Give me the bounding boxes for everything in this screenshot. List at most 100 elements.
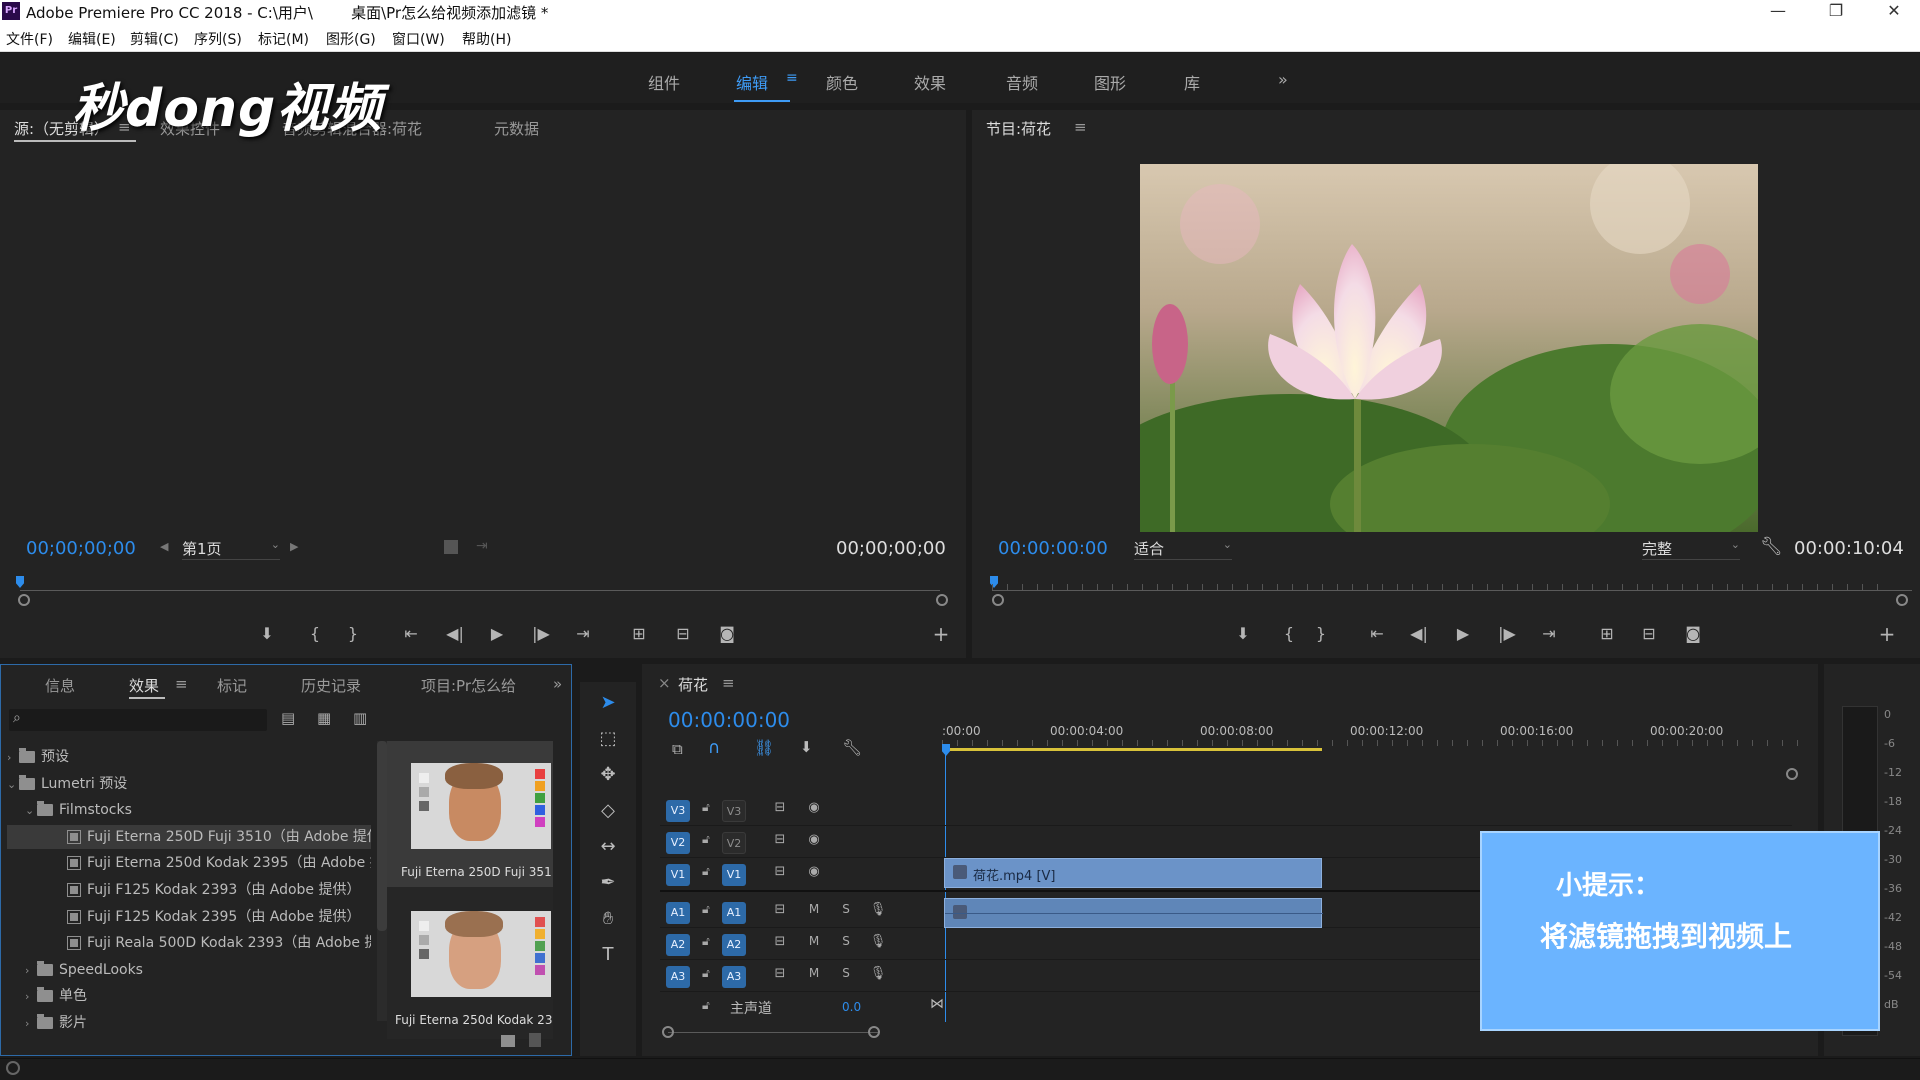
work-area-bar[interactable]	[942, 748, 1322, 751]
source-track-a1[interactable]: A1	[666, 902, 690, 924]
vertical-zoom-handle[interactable]	[1786, 768, 1798, 780]
razor-tool-icon[interactable]: ◇	[593, 800, 623, 821]
program-zoom-start-handle[interactable]	[992, 594, 1004, 606]
mark-in-button[interactable]: {	[1274, 624, 1304, 643]
lock-icon[interactable]: 🔓︎	[702, 864, 710, 879]
hand-tool-icon[interactable]: ✋︎	[593, 908, 623, 929]
workspace-tab-color[interactable]: 颜色	[826, 70, 858, 94]
step-back-button[interactable]: ◀|	[1404, 624, 1434, 643]
solo-button[interactable]: S	[836, 934, 856, 948]
effects-folder-item[interactable]: › 单色	[7, 984, 371, 1008]
settings-expand-icon[interactable]: ⇥	[476, 538, 488, 554]
program-scrub-bar[interactable]	[992, 590, 1912, 591]
new-bin-folder-icon[interactable]	[501, 1035, 515, 1047]
lock-icon[interactable]: 🔓︎	[702, 902, 710, 917]
add-marker-button[interactable]: ⬇	[252, 624, 282, 643]
mark-out-button[interactable]: }	[338, 624, 368, 643]
close-button[interactable]: ✕	[1872, 0, 1916, 22]
page-selector-dropdown[interactable]: 第1页 ⌄	[182, 538, 280, 560]
mark-out-button[interactable]: }	[1306, 624, 1336, 643]
effects-folder-item[interactable]: › 影片	[7, 1011, 371, 1035]
next-page-icon[interactable]: ▶	[290, 540, 298, 553]
add-button-icon[interactable]: +	[1872, 622, 1902, 646]
tab-markers[interactable]: 标记	[217, 675, 247, 696]
source-track-v3[interactable]: V3	[666, 800, 690, 822]
minimize-button[interactable]: —	[1756, 0, 1800, 22]
tab-project[interactable]: 项目:Pr怎么给	[421, 675, 516, 696]
target-track-v3[interactable]: V3	[722, 800, 746, 822]
workspace-overflow-icon[interactable]: »	[1278, 70, 1288, 89]
playback-resolution-dropdown[interactable]: 完整 ⌄	[1642, 538, 1740, 560]
mute-button[interactable]: M	[804, 966, 824, 980]
target-track-v2[interactable]: V2	[722, 832, 746, 854]
effects-folder-item[interactable]: ⌄ Lumetri 预设	[7, 772, 371, 796]
tab-metadata[interactable]: 元数据	[494, 118, 539, 139]
prev-page-icon[interactable]: ◀	[160, 540, 168, 553]
program-tab-menu-icon[interactable]: ≡	[1074, 118, 1087, 136]
effects-tab-menu-icon[interactable]: ≡	[175, 675, 188, 693]
go-to-out-button[interactable]: ⇥	[568, 624, 598, 643]
linked-selection-icon[interactable]: ⛓︎	[754, 738, 774, 757]
effects-preset-item[interactable]: Fuji Reala 500D Kodak 2393（由 Adobe 提供	[7, 931, 371, 955]
program-playhead-timecode[interactable]: 00:00:00:00	[998, 538, 1108, 559]
workspace-tab-graphics[interactable]: 图形	[1094, 70, 1126, 94]
master-volume-value[interactable]: 0.0	[842, 1000, 861, 1014]
target-track-a1[interactable]: A1	[722, 902, 746, 924]
wrench-icon[interactable]: 🔧︎	[1760, 536, 1783, 557]
step-back-button[interactable]: ◀|	[440, 624, 470, 643]
workspace-tab-editing[interactable]: 编辑	[736, 70, 768, 94]
timeline-playhead-head[interactable]	[942, 744, 950, 756]
source-scrub-bar[interactable]	[20, 590, 940, 591]
source-zoom-start-handle[interactable]	[18, 594, 30, 606]
effects-folder-item[interactable]: › 预设	[7, 745, 371, 769]
close-sequence-icon[interactable]: ×	[658, 674, 671, 692]
sequence-tab-menu-icon[interactable]: ≡	[722, 674, 735, 692]
microphone-icon[interactable]: 🎙︎	[868, 934, 888, 949]
eye-icon[interactable]: ◉	[804, 800, 824, 815]
preview-thumbnail[interactable]	[411, 911, 551, 997]
add-marker-icon[interactable]: ⬇	[800, 738, 813, 756]
go-to-end-icon[interactable]: ⋈	[930, 996, 944, 1012]
lock-icon[interactable]: 🔓︎	[702, 998, 710, 1013]
mute-button[interactable]: M	[804, 902, 824, 916]
effects-preset-item[interactable]: Fuji Eterna 250D Fuji 3510（由 Adobe 提供	[7, 824, 371, 849]
sync-lock-icon[interactable]: ⊟	[770, 832, 790, 847]
source-zoom-end-handle[interactable]	[936, 594, 948, 606]
target-track-a2[interactable]: A2	[722, 934, 746, 956]
sync-lock-icon[interactable]: ⊟	[770, 966, 790, 981]
selection-tool-icon[interactable]: ➤	[593, 692, 623, 713]
step-forward-button[interactable]: |▶	[1492, 624, 1522, 643]
menu-marker[interactable]: 标记(M)	[258, 29, 309, 49]
export-frame-icon[interactable]: ◙	[712, 624, 742, 643]
timeline-zoom-end-handle[interactable]	[868, 1026, 880, 1038]
timeline-zoom-start-handle[interactable]	[662, 1026, 674, 1038]
program-zoom-end-handle[interactable]	[1896, 594, 1908, 606]
ripple-edit-tool-icon[interactable]: ✥	[593, 764, 623, 785]
audio-clip[interactable]	[944, 898, 1323, 928]
source-track-v1[interactable]: V1	[666, 864, 690, 886]
lock-icon[interactable]: 🔓︎	[702, 800, 710, 815]
timeline-timecode[interactable]: 00:00:00:00	[668, 708, 790, 732]
menu-help[interactable]: 帮助(H)	[462, 29, 511, 49]
nest-toggle-icon[interactable]: ⧉	[672, 740, 683, 758]
chevron-right-icon[interactable]: ›	[25, 985, 37, 1008]
chevron-right-icon[interactable]: ›	[25, 959, 37, 982]
snap-magnet-icon[interactable]: ∩	[708, 738, 720, 758]
mute-button[interactable]: M	[804, 934, 824, 948]
effects-preset-item[interactable]: Fuji Eterna 250d Kodak 2395（由 Adobe 提供	[7, 851, 371, 875]
source-playhead[interactable]	[16, 576, 24, 588]
workspace-tab-audio[interactable]: 音频	[1006, 70, 1038, 94]
fit-zoom-dropdown[interactable]: 适合 ⌄	[1134, 538, 1232, 560]
eye-icon[interactable]: ◉	[804, 864, 824, 879]
sync-lock-icon[interactable]: ⊟	[770, 864, 790, 879]
effects-preset-item[interactable]: Fuji F125 Kodak 2395（由 Adobe 提供）	[7, 905, 371, 929]
add-marker-button[interactable]: ⬇	[1228, 624, 1258, 643]
tab-info[interactable]: 信息	[45, 675, 75, 696]
lift-button[interactable]: ⊞	[1592, 624, 1622, 643]
add-button-icon[interactable]: +	[926, 622, 956, 646]
video-clip[interactable]: 荷花.mp4 [V]	[944, 858, 1322, 888]
microphone-icon[interactable]: 🎙︎	[868, 902, 888, 917]
workspace-menu-icon[interactable]: ≡	[786, 70, 798, 86]
drop-face-icon[interactable]	[444, 540, 458, 554]
source-track-a2[interactable]: A2	[666, 934, 690, 956]
